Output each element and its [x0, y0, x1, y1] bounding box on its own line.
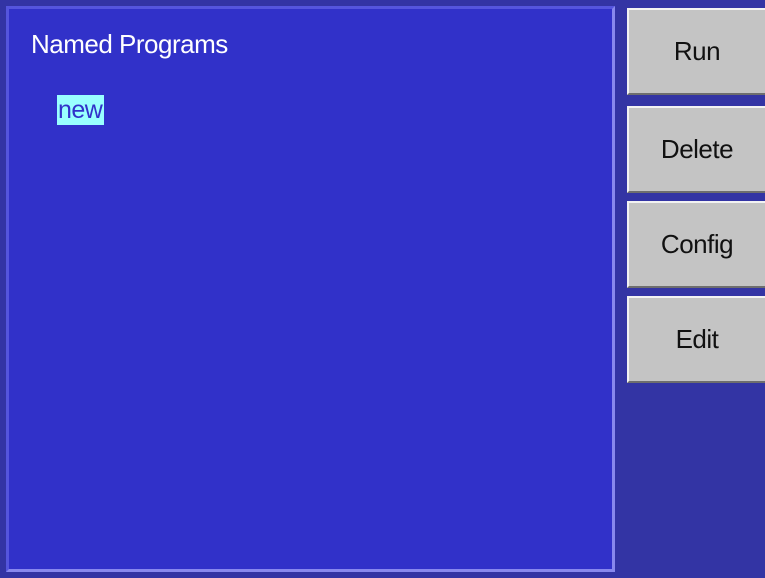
run-button[interactable]: Run [627, 8, 765, 95]
panel-title: Named Programs [31, 29, 228, 59]
program-list: new [57, 95, 105, 125]
config-button[interactable]: Config [627, 201, 765, 288]
program-item-new[interactable]: new [57, 95, 105, 125]
programs-panel: Named Programs new [6, 6, 615, 572]
list-item[interactable]: new [57, 95, 105, 125]
side-button-panel: Run Delete Config Edit [621, 0, 765, 578]
delete-button[interactable]: Delete [627, 106, 765, 193]
edit-button[interactable]: Edit [627, 296, 765, 383]
